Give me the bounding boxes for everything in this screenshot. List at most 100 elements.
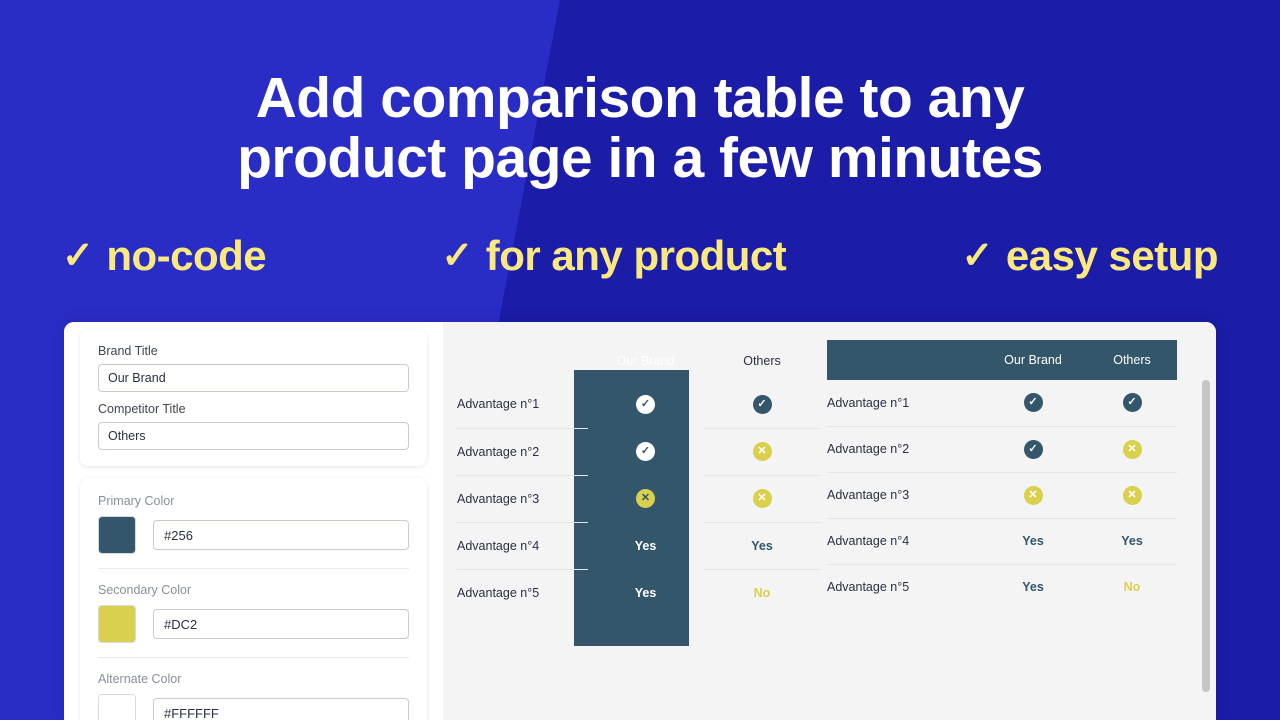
- check-mark-icon: ✓: [1122, 393, 1142, 413]
- comparison-table-live: Our Brand Others Advantage n°1 ✓ ✓ Advantag…: [457, 340, 821, 616]
- table-row: Advantage n°5 Yes No: [827, 564, 1177, 610]
- check-icon: ✓: [961, 235, 994, 277]
- cell-others: Yes: [1087, 518, 1177, 565]
- table-row: Advantage n°5 Yes No: [457, 569, 821, 616]
- cell-our-brand[interactable]: ✓: [588, 428, 703, 475]
- header-our-brand: Our Brand: [979, 340, 1087, 380]
- feature-label: Advantage n°5: [827, 580, 910, 595]
- header-feature: [827, 340, 979, 380]
- secondary-color-input[interactable]: #DC2: [153, 609, 409, 639]
- feature-bullets: ✓ no-code ✓ for any product ✓ easy setup: [0, 232, 1280, 280]
- secondary-color-group: Secondary Color #DC2: [98, 568, 409, 657]
- primary-color-input[interactable]: #256: [153, 520, 409, 550]
- table-row: Advantage n°3 ✕ ✕: [827, 472, 1177, 519]
- table-row: Advantage n°3 ✕ ✕: [457, 475, 821, 523]
- comparison-table-static: Our Brand Others Advantage n°1 ✓ ✓ Advantag…: [827, 340, 1177, 610]
- check-mark-icon: ✓: [636, 395, 655, 414]
- feature-label[interactable]: Advantage n°3: [457, 475, 588, 523]
- cross-mark-icon: ✕: [1122, 485, 1142, 505]
- cell-our-brand: Yes: [1022, 580, 1044, 595]
- check-icon: ✓: [62, 235, 94, 277]
- settings-sidebar: Brand Title Our Brand Competitor Title O…: [64, 322, 443, 720]
- table-row: Advantage n°4 Yes Yes: [827, 518, 1177, 565]
- cell-others[interactable]: No: [703, 569, 821, 616]
- feature-label[interactable]: Advantage n°1: [457, 381, 588, 429]
- feature-label[interactable]: Advantage n°2: [457, 428, 588, 476]
- feature-label[interactable]: Advantage n°4: [457, 522, 588, 570]
- preview-pane: Our Brand Others Advantage n°1 ✓ ✓ Advantag…: [443, 322, 1216, 720]
- cross-mark-icon: ✕: [636, 489, 655, 508]
- cell-our-brand[interactable]: Yes: [588, 522, 703, 569]
- cell-our-brand[interactable]: ✕: [588, 475, 703, 522]
- cell-our-brand: ✓: [979, 426, 1087, 473]
- preview-scrollbar-thumb[interactable]: [1202, 380, 1210, 692]
- table-body: Advantage n°1 ✓ ✓ Advantage n°2 ✓ ✕ Advantage …: [457, 381, 821, 616]
- competitor-title-input[interactable]: Others: [98, 422, 409, 450]
- alternate-color-swatch[interactable]: [98, 694, 136, 720]
- cell-others[interactable]: Yes: [703, 522, 821, 570]
- competitor-title-field: Competitor Title Others: [98, 402, 409, 450]
- cell-our-brand: ✓: [979, 380, 1087, 427]
- table-row: Advantage n°2 ✓ ✕: [827, 426, 1177, 473]
- alternate-color-group: Alternate Color #FFFFFF: [98, 657, 409, 720]
- brand-title-field: Brand Title Our Brand: [98, 344, 409, 392]
- cell-our-brand: ✕: [979, 472, 1087, 519]
- cross-mark-icon: ✕: [1122, 439, 1142, 459]
- cell-others[interactable]: ✕: [703, 475, 821, 523]
- feature-label: Advantage n°3: [827, 472, 979, 519]
- check-icon: ✓: [441, 235, 473, 277]
- header-our-brand[interactable]: Our Brand: [588, 340, 703, 381]
- cell-our-brand: Yes: [979, 518, 1087, 565]
- primary-color-swatch[interactable]: [98, 516, 136, 554]
- secondary-color-row: #DC2: [98, 605, 409, 643]
- feature-label: Advantage n°2: [827, 426, 979, 473]
- table-row: Advantage n°4 Yes Yes: [457, 522, 821, 570]
- cell-our-brand[interactable]: Yes: [588, 569, 703, 616]
- brand-title-input[interactable]: Our Brand: [98, 364, 409, 392]
- header-others: Others: [1087, 340, 1177, 380]
- cell-others[interactable]: ✓: [703, 381, 821, 429]
- colors-card: Primary Color #256 Secondary Color #DC2 …: [80, 478, 427, 720]
- competitor-title-label: Competitor Title: [98, 402, 186, 416]
- cell-others: ✕: [1087, 472, 1177, 519]
- header-others[interactable]: Others: [703, 340, 821, 381]
- alternate-color-input[interactable]: #FFFFFF: [153, 698, 409, 720]
- table-row: Advantage n°1 ✓ ✓: [827, 380, 1177, 427]
- bullet-label: no-code: [106, 232, 267, 279]
- cell-our-brand[interactable]: ✓: [588, 381, 703, 428]
- alternate-color-row: #FFFFFF: [98, 694, 409, 720]
- app-window: Brand Title Our Brand Competitor Title O…: [64, 322, 1216, 720]
- bullet-easy-setup: ✓ easy setup: [961, 232, 1219, 280]
- cross-mark-icon: ✕: [1023, 485, 1043, 505]
- secondary-color-label: Secondary Color: [98, 583, 192, 597]
- page-root: Add comparison table to any product page…: [0, 0, 1280, 720]
- bullet-label: for any product: [485, 232, 787, 279]
- cell-others: ✕: [1087, 426, 1177, 473]
- brand-title-label: Brand Title: [98, 344, 158, 358]
- alternate-color-label: Alternate Color: [98, 672, 182, 686]
- cell-others: No: [1123, 580, 1141, 595]
- hero-section: Add comparison table to any product page…: [0, 0, 1280, 188]
- feature-label: Advantage n°1: [827, 380, 979, 427]
- table-header-row: Our Brand Others: [827, 340, 1177, 380]
- table-row: Advantage n°2 ✓ ✕: [457, 428, 821, 476]
- cross-mark-icon: ✕: [752, 442, 772, 461]
- page-title: Add comparison table to any product page…: [237, 66, 1043, 190]
- table-header-row: Our Brand Others: [457, 340, 821, 381]
- feature-label[interactable]: Advantage n°5: [457, 569, 588, 616]
- table-body: Advantage n°1 ✓ ✓ Advantage n°2 ✓ ✕ Advantage …: [827, 380, 1177, 610]
- cell-others[interactable]: ✕: [703, 428, 821, 476]
- primary-color-label: Primary Color: [98, 494, 175, 508]
- feature-label: Advantage n°4: [827, 518, 979, 565]
- live-comparison-table: Our Brand Others Advantage n°1 ✓ ✓ Advantag…: [443, 340, 821, 720]
- header-feature: [457, 340, 588, 381]
- static-comparison-table: Our Brand Others Advantage n°1 ✓ ✓ Advantag…: [809, 340, 1216, 720]
- check-mark-icon: ✓: [1023, 393, 1043, 413]
- secondary-color-swatch[interactable]: [98, 605, 136, 643]
- bullet-for-any-product: ✓ for any product: [441, 232, 786, 280]
- check-mark-icon: ✓: [636, 442, 655, 461]
- bullet-label: easy setup: [1005, 232, 1219, 279]
- cell-others: ✓: [1087, 380, 1177, 427]
- bullet-no-code: ✓ no-code: [62, 232, 267, 280]
- check-mark-icon: ✓: [752, 394, 772, 414]
